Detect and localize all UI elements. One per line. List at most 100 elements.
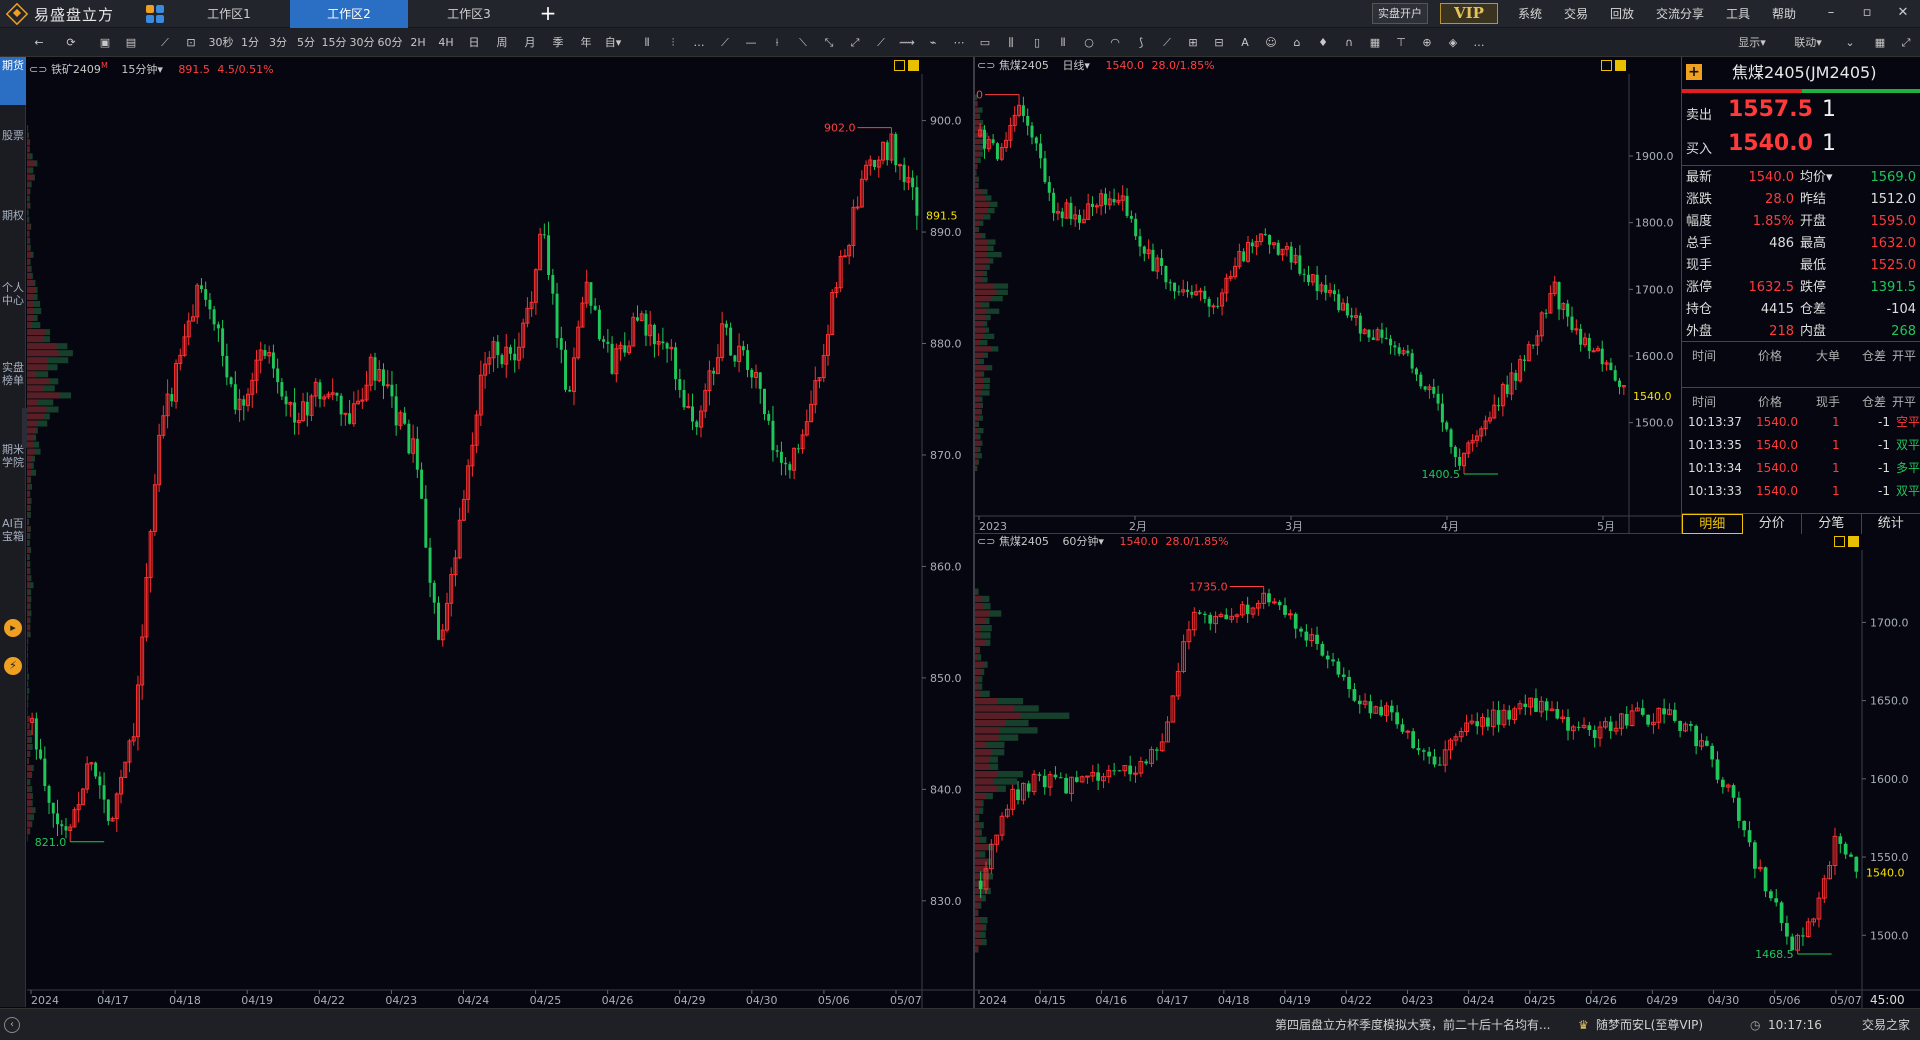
tab-stats[interactable]: 统计	[1862, 514, 1920, 534]
tab-workspace-2[interactable]: 工作区2	[290, 0, 408, 28]
sidebar-item-academy[interactable]: 期米学院	[0, 441, 26, 505]
period-year[interactable]: 年	[572, 28, 600, 57]
open-folder-icon[interactable]: ▤	[122, 28, 140, 57]
save-icon[interactable]: ▣	[96, 28, 114, 57]
draw-tool-icon[interactable]: ▦	[1364, 28, 1386, 57]
layout-grid-icon[interactable]	[146, 5, 164, 23]
refresh-icon[interactable]: ⟳	[62, 28, 80, 57]
period-1m[interactable]: 1分	[236, 28, 264, 57]
menu-help[interactable]: 帮助	[1772, 0, 1796, 28]
draw-tool-icon[interactable]: ⟋	[1156, 28, 1178, 57]
bid-row[interactable]: 买入 1540.0 1	[1682, 129, 1920, 163]
tick-row[interactable]: 10:13:34 1540.0 1 -1 多平	[1682, 457, 1920, 480]
draw-tool-icon[interactable]: ⌂	[1286, 28, 1308, 57]
draw-tool-icon[interactable]: ⟿	[896, 28, 918, 57]
tick-row[interactable]: 10:13:33 1540.0 1 -1 双平	[1682, 480, 1920, 503]
fullscreen-icon[interactable]: ⤢	[1896, 28, 1916, 57]
draw-tool-icon[interactable]: …	[688, 28, 710, 57]
period-5m[interactable]: 5分	[292, 28, 320, 57]
link-icon[interactable]: ⊂⊃	[977, 59, 995, 72]
draw-tool-icon[interactable]: ▯	[1026, 28, 1048, 57]
panel-menu-icon[interactable]	[1834, 536, 1845, 547]
menu-replay[interactable]: 回放	[1610, 0, 1634, 28]
menu-share[interactable]: 交流分享	[1656, 0, 1704, 28]
panel-menu-icon[interactable]	[894, 60, 905, 71]
chart-icon[interactable]: ⟋	[156, 28, 174, 57]
chart-svg[interactable]: 1983.0 1400.5 1900.0 1800.0 1700.0 1600.0 1500…	[975, 58, 1681, 534]
chart-panel-iron-ore[interactable]: 902.0 821.0 900.0 890.0 880.0 870.0 860.0 850.0…	[27, 58, 974, 1008]
tab-workspace-1[interactable]: 工作区1	[170, 0, 288, 28]
menu-trade[interactable]: 交易	[1564, 0, 1588, 28]
sidebar-item-stocks[interactable]: 股票	[0, 127, 26, 171]
draw-tool-icon[interactable]: ⫴	[636, 28, 658, 57]
sidebar-item-personal[interactable]: 个人中心	[0, 279, 26, 347]
ask-row[interactable]: 卖出 1557.5 1	[1682, 95, 1920, 129]
tick-row[interactable]: 10:13:35 1540.0 1 -1 双平	[1682, 434, 1920, 457]
draw-tool-icon[interactable]: ⫶	[662, 28, 684, 57]
period-4h[interactable]: 4H	[432, 28, 460, 57]
tab-price-dist[interactable]: 分价	[1743, 514, 1802, 534]
user-name[interactable]: 随梦而安L(至尊VIP)	[1596, 1009, 1703, 1040]
draw-tool-icon[interactable]: ⋯	[948, 28, 970, 57]
period-60m[interactable]: 60分	[376, 28, 404, 57]
draw-tool-icon[interactable]: ◈	[1442, 28, 1464, 57]
period-selector[interactable]: 日线▾	[1062, 59, 1090, 72]
chart-svg[interactable]: 902.0 821.0 900.0 890.0 880.0 870.0 860.0 850.0…	[27, 58, 974, 1008]
period-quarter[interactable]: 季	[544, 28, 572, 57]
link-icon[interactable]: ⊂⊃	[977, 535, 995, 548]
draw-tool-icon[interactable]: ⟋	[870, 28, 892, 57]
draw-tool-icon[interactable]: ∩	[1338, 28, 1360, 57]
panel-menu-icon[interactable]	[1601, 60, 1612, 71]
period-selector[interactable]: 60分钟▾	[1062, 535, 1104, 548]
tick-row[interactable]: 10:13:37 1540.0 1 -1 空平	[1682, 411, 1920, 434]
draw-tool-icon[interactable]: ⟍	[792, 28, 814, 57]
symbol-name[interactable]: 焦煤2405	[999, 59, 1049, 72]
news-ticker[interactable]: 第四届盘立方杯季度模拟大赛，前二十后十名均有...	[1275, 1009, 1550, 1040]
draw-tool-icon[interactable]: ⟋	[714, 28, 736, 57]
draw-tool-icon[interactable]: ⊞	[1182, 28, 1204, 57]
period-day[interactable]: 日	[460, 28, 488, 57]
sidebar-item-ai[interactable]: AI百宝箱	[0, 515, 26, 595]
text-frame-icon[interactable]: ⊡	[182, 28, 200, 57]
draw-tool-icon[interactable]: ⟊	[766, 28, 788, 57]
link-icon[interactable]: ⊂⊃	[29, 63, 47, 76]
period-month[interactable]: 月	[516, 28, 544, 57]
lightning-icon[interactable]: ⚡	[4, 657, 22, 675]
panel-maximize-icon[interactable]	[1615, 60, 1626, 71]
trade-home-link[interactable]: 交易之家	[1862, 1009, 1910, 1040]
period-2h[interactable]: 2H	[404, 28, 432, 57]
back-icon[interactable]: ←	[30, 28, 48, 57]
tab-detail[interactable]: 明细	[1682, 514, 1743, 534]
symbol-name[interactable]: 焦煤2405	[999, 535, 1049, 548]
period-30s[interactable]: 30秒	[206, 28, 236, 57]
draw-tool-icon[interactable]: ○	[1078, 28, 1100, 57]
symbol-name[interactable]: 铁矿2409	[51, 63, 101, 76]
tab-workspace-3[interactable]: 工作区3	[410, 0, 528, 28]
tab-tick[interactable]: 分笔	[1802, 514, 1862, 534]
replay-icon[interactable]: ▸	[4, 619, 22, 637]
chart-panel-coking-coal-60m[interactable]: 1735.0 1468.5 1700.0 1650.0 1600.0 1550.0 1500…	[975, 534, 1920, 1008]
draw-tool-icon[interactable]: ⤢	[844, 28, 866, 57]
draw-tool-icon[interactable]: ◠	[1104, 28, 1126, 57]
open-account-button[interactable]: 实盘开户	[1372, 3, 1428, 24]
collapse-icon[interactable]: ‹	[4, 1017, 20, 1033]
minimize-icon[interactable]: –	[1816, 0, 1846, 28]
draw-tool-icon[interactable]: A	[1234, 28, 1256, 57]
period-selector[interactable]: 15分钟▾	[121, 63, 163, 76]
period-30m[interactable]: 30分	[348, 28, 376, 57]
draw-tool-icon[interactable]: —	[740, 28, 762, 57]
draw-tool-icon[interactable]: ⤡	[818, 28, 840, 57]
double-chevron-down-icon[interactable]: ⌄	[1840, 28, 1860, 57]
draw-tool-icon[interactable]: ⊕	[1416, 28, 1438, 57]
draw-tool-icon[interactable]: ☺	[1260, 28, 1282, 57]
menu-tools[interactable]: 工具	[1726, 0, 1750, 28]
panel-maximize-icon[interactable]	[908, 60, 919, 71]
vip-button[interactable]: VIP	[1440, 3, 1498, 24]
draw-tool-icon[interactable]: ⊤	[1390, 28, 1412, 57]
panel-maximize-icon[interactable]	[1848, 536, 1859, 547]
draw-tool-icon[interactable]: …	[1468, 28, 1490, 57]
draw-tool-icon[interactable]: ⟆	[1130, 28, 1152, 57]
menu-system[interactable]: 系统	[1518, 0, 1542, 28]
layout-icon[interactable]: ▦	[1870, 28, 1890, 57]
chart-svg[interactable]: 1735.0 1468.5 1700.0 1650.0 1600.0 1550.0 1500…	[975, 534, 1920, 1008]
